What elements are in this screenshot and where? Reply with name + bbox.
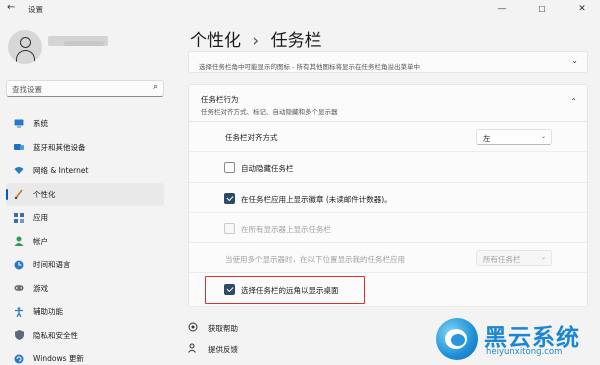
- sidebar-item-label: 辅助功能: [33, 307, 63, 317]
- sidebar-item-label: 时间和语言: [33, 260, 71, 270]
- card-description: 选择任务栏角中可能显示的图标 - 所有其他图标将显示在任务栏角溢出菜单中: [199, 63, 420, 71]
- badges-row: 在任务栏应用上显示徽章 (未读邮件计数器)。: [188, 183, 588, 213]
- badges-label: 在任务栏应用上显示徽章 (未读邮件计数器)。: [241, 195, 392, 204]
- chevron-down-icon[interactable]: ⌄: [571, 56, 578, 65]
- sidebar-item-label: 隐私和安全性: [33, 330, 78, 340]
- sidebar-item-privacy[interactable]: 隐私和安全性: [6, 324, 164, 348]
- update-icon: [14, 354, 24, 364]
- sidebar-item-label: 系统: [33, 119, 48, 129]
- sidebar-item-bluetooth[interactable]: 蓝牙和其他设备: [6, 136, 164, 160]
- apps-icon: [14, 212, 24, 223]
- shield-icon: [14, 330, 24, 341]
- alignment-row: 任务栏对齐方式 左 ⌄: [188, 122, 588, 152]
- sidebar-item-time-language[interactable]: 时间和语言: [6, 253, 164, 277]
- sidebar-item-label: 游戏: [33, 283, 48, 293]
- sidebar-item-label: 帐户: [33, 236, 48, 246]
- chevron-up-icon[interactable]: ⌃: [570, 97, 577, 106]
- section-subtitle: 任务栏对齐方式、标记、自动隐藏和多个显示器: [201, 108, 338, 116]
- gamepad-icon: [14, 283, 24, 293]
- sidebar-item-accessibility[interactable]: 辅助功能: [6, 300, 164, 324]
- badges-checkbox[interactable]: [224, 193, 235, 204]
- alignment-dropdown[interactable]: 左 ⌄: [476, 129, 552, 145]
- window-title: 设置: [28, 5, 43, 14]
- avatar[interactable]: [8, 30, 42, 64]
- globe-clock-icon: [14, 260, 24, 270]
- person-head-icon: [20, 37, 31, 48]
- taskbar-behaviors-header[interactable]: 任务栏行为 任务栏对齐方式、标记、自动隐藏和多个显示器 ⌃: [188, 84, 588, 122]
- help-icon: [188, 322, 200, 334]
- blurred-account-email: [64, 41, 104, 46]
- auto-hide-row: 自动隐藏任务栏: [188, 152, 588, 183]
- sidebar-item-accounts[interactable]: 帐户: [6, 230, 164, 254]
- sidebar-nav: 系统 蓝牙和其他设备 网络 & Internet 个性化 应用 帐户 时间和语言…: [6, 112, 164, 365]
- multi-display-dropdown: 所有任务栏 ⌄: [476, 250, 552, 266]
- breadcrumb: 个性化 › 任务栏: [190, 26, 322, 51]
- all-displays-label: 在所有显示器上显示任务栏: [241, 225, 331, 234]
- back-arrow-icon[interactable]: ←: [7, 2, 15, 13]
- sidebar-item-label: 应用: [33, 213, 48, 223]
- give-feedback-link[interactable]: 提供反馈: [188, 343, 238, 355]
- alignment-value: 左: [483, 134, 491, 143]
- sidebar-item-gaming[interactable]: 游戏: [6, 277, 164, 301]
- search-placeholder: 查找设置: [12, 85, 42, 94]
- sidebar-item-apps[interactable]: 应用: [6, 206, 164, 230]
- watermark-logo-icon: [436, 318, 478, 360]
- monitor-icon: [14, 119, 24, 129]
- auto-hide-checkbox[interactable]: [224, 162, 235, 173]
- close-button[interactable]: ✕: [568, 0, 596, 18]
- multi-display-value: 所有任务栏: [483, 255, 521, 264]
- brush-icon: [14, 189, 24, 200]
- feedback-icon: [188, 343, 200, 355]
- title-bar: ← 设置 — ☐ ✕: [0, 0, 600, 18]
- sidebar-item-network[interactable]: 网络 & Internet: [6, 159, 164, 183]
- account-icon: [14, 236, 24, 247]
- minimize-button[interactable]: —: [488, 0, 516, 18]
- sidebar-item-label: 网络 & Internet: [33, 166, 89, 176]
- alignment-label: 任务栏对齐方式: [225, 133, 278, 142]
- auto-hide-label: 自动隐藏任务栏: [241, 164, 294, 173]
- chevron-down-icon: ⌄: [540, 254, 546, 261]
- get-help-link[interactable]: 获取帮助: [188, 322, 238, 334]
- multi-display-label: 当使用多个显示器时，在以下位置显示我的任务栏应用: [225, 255, 405, 264]
- logo-cloud-inner: [451, 334, 465, 346]
- watermark-url: heiyunxitong.com: [486, 347, 563, 357]
- breadcrumb-parent[interactable]: 个性化: [190, 31, 241, 51]
- all-displays-checkbox: [224, 223, 235, 234]
- search-icon[interactable]: ⌕: [153, 82, 158, 92]
- sidebar-item-label: 蓝牙和其他设备: [33, 142, 86, 152]
- sidebar-item-label: Windows 更新: [33, 354, 84, 364]
- person-shoulders-icon: [16, 50, 35, 64]
- give-feedback-label: 提供反馈: [208, 344, 238, 354]
- sidebar-item-system[interactable]: 系统: [6, 112, 164, 136]
- taskbar-corner-overflow-card[interactable]: 选择任务栏角中可能显示的图标 - 所有其他图标将显示在任务栏角溢出菜单中 ⌄: [188, 51, 588, 73]
- sidebar-item-personalization[interactable]: 个性化: [6, 182, 164, 206]
- page-title: 任务栏: [270, 31, 322, 51]
- get-help-label: 获取帮助: [208, 323, 238, 333]
- highlight-box: [205, 276, 365, 304]
- breadcrumb-separator-icon: ›: [252, 31, 260, 51]
- sidebar-item-windows-update[interactable]: Windows 更新: [6, 347, 164, 365]
- accessibility-icon: [14, 306, 24, 317]
- maximize-button[interactable]: ☐: [528, 0, 556, 18]
- wifi-icon: [14, 166, 24, 176]
- search-box[interactable]: 查找设置 ⌕: [6, 80, 164, 97]
- chevron-down-icon: ⌄: [540, 133, 546, 140]
- section-title: 任务栏行为: [201, 95, 239, 104]
- bluetooth-icon: [14, 142, 24, 152]
- multi-display-row: 当使用多个显示器时，在以下位置显示我的任务栏应用 所有任务栏 ⌄: [188, 243, 588, 273]
- all-displays-row: 在所有显示器上显示任务栏: [188, 213, 588, 243]
- sidebar-item-label: 个性化: [33, 189, 56, 199]
